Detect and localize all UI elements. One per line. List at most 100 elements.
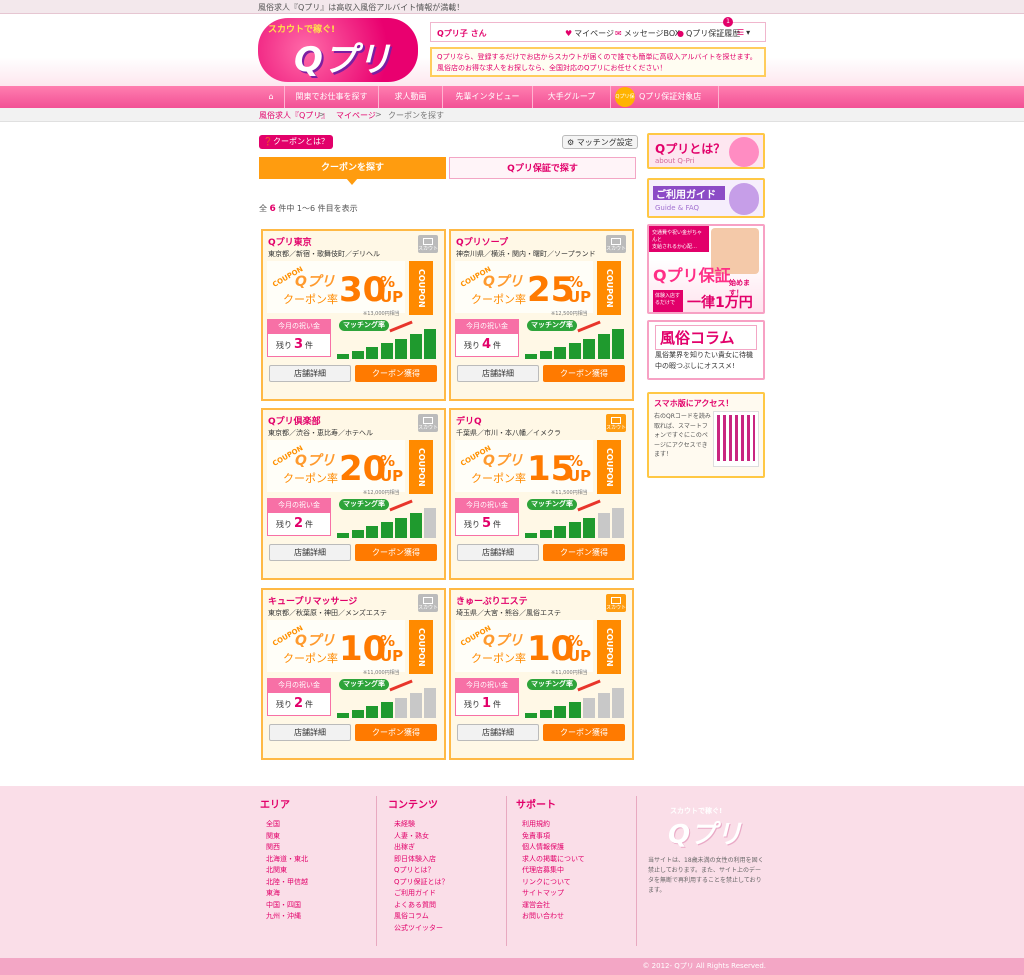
breadcrumb-current: クーポンを探す [388, 111, 444, 120]
list-menu-button[interactable]: ☰ ▾ [737, 28, 750, 37]
footer-link[interactable]: 代理店募集中 [522, 865, 585, 877]
nav-home[interactable]: ⌂ [258, 86, 284, 108]
footer-link[interactable]: Qプリ保証とは？ [394, 877, 449, 889]
nav-item-video[interactable]: 求人動画 [378, 86, 442, 108]
footer-link[interactable]: よくある質問 [394, 900, 449, 912]
shop-name[interactable]: Qプリソープ [456, 235, 508, 248]
scout-mail-icon[interactable]: スカウト [606, 594, 626, 612]
coupon-note: ※13,000円相当 [363, 311, 400, 317]
matching-bar [568, 522, 581, 538]
matching-bar [568, 343, 581, 359]
shop-area: 神奈川県／横浜・関内・曙町／ソープランド [456, 250, 596, 258]
logo-text: Qプリ [294, 40, 391, 80]
shop-details-button[interactable]: 店舗詳細 [269, 544, 351, 561]
messagebox-link[interactable]: ✉ メッセージBOX [615, 28, 680, 39]
footer-link[interactable]: 関西 [266, 842, 308, 854]
mypage-label: マイページ [574, 29, 615, 38]
messagebox-label: メッセージBOX [623, 29, 681, 38]
guarantee-history-label: Qプリ保証履歴 [685, 29, 741, 38]
matching-settings-label: マッチング設定 [576, 138, 633, 147]
matching-bars [337, 327, 440, 359]
get-coupon-button[interactable]: クーポン獲得 [355, 544, 437, 561]
footer-link[interactable]: 北関東 [266, 865, 308, 877]
shop-details-button[interactable]: 店舗詳細 [457, 365, 539, 382]
coupon-rate-unit: % UP [380, 273, 404, 306]
footer-link[interactable]: 北海道・東北 [266, 854, 308, 866]
footer-link[interactable]: リンクについて [522, 877, 585, 889]
footer-link[interactable]: 東海 [266, 888, 308, 900]
footer-link[interactable]: 公式ツイッター [394, 923, 449, 935]
list-icon: ☰ [737, 28, 745, 37]
column-title: 風俗コラム [655, 325, 757, 350]
footer-link[interactable]: 求人の掲載について [522, 854, 585, 866]
shop-name[interactable]: きゅーぷりエステ [456, 594, 528, 607]
sidebar-column-banner[interactable]: 風俗コラム 風俗業界を知りたい貴女に待機中の暇つぶしにオススメ! [647, 320, 765, 380]
shop-area: 東京都／渋谷・恵比寿／ホテヘル [268, 429, 373, 437]
nav-item-interview[interactable]: 先輩インタビュー [442, 86, 532, 108]
footer-link[interactable]: 未経験 [394, 819, 449, 831]
matching-bar [380, 702, 393, 718]
coupon-strip: COUPON [409, 440, 433, 494]
tab-search-coupon[interactable]: クーポンを探す [259, 157, 446, 179]
footer-link[interactable]: 九州・沖縄 [266, 911, 308, 923]
breadcrumb-sep: > [318, 110, 325, 119]
footer-link[interactable]: 全国 [266, 819, 308, 831]
tab-search-guarantee[interactable]: Qプリ保証で探す [449, 157, 636, 179]
matching-bar [525, 354, 537, 359]
footer-link[interactable]: 人妻・熟女 [394, 831, 449, 843]
qr-code-icon[interactable] [713, 411, 759, 467]
get-coupon-button[interactable]: クーポン獲得 [543, 724, 625, 741]
footer-link[interactable]: 風俗コラム [394, 911, 449, 923]
guarantee-line1: 交通費や祝い金がちゃんと [652, 230, 703, 243]
celebration-label: 今月の祝い金 [267, 498, 331, 512]
footer-link[interactable]: 北陸・甲信越 [266, 877, 308, 889]
shop-details-button[interactable]: 店舗詳細 [457, 724, 539, 741]
guarantee-sub: 体験入店するだけで [653, 290, 683, 312]
scout-mail-icon[interactable]: スカウト [606, 414, 626, 432]
get-coupon-button[interactable]: クーポン獲得 [355, 724, 437, 741]
footer-link[interactable]: 利用規約 [522, 819, 585, 831]
user-name[interactable]: Qプリ子 さん [437, 28, 487, 39]
matching-bar [337, 533, 349, 538]
footer-link[interactable]: 運営会社 [522, 900, 585, 912]
footer-link[interactable]: サイトマップ [522, 888, 585, 900]
shop-name[interactable]: デリQ [456, 414, 482, 427]
sidebar-guide-banner[interactable]: ご利用ガイド Guide & FAQ [647, 178, 765, 218]
shop-details-button[interactable]: 店舗詳細 [269, 724, 351, 741]
get-coupon-button[interactable]: クーポン獲得 [543, 365, 625, 382]
mypage-link[interactable]: ♥ マイページ [565, 28, 614, 39]
footer-link[interactable]: お問い合わせ [522, 911, 585, 923]
matching-bar [597, 513, 610, 538]
scout-mail-icon[interactable]: スカウト [418, 414, 438, 432]
scout-mail-icon[interactable]: スカウト [606, 235, 626, 253]
sidebar-guarantee-banner[interactable]: 交通費や祝い金がちゃんと 支給されるか心配… Qプリ保証 始めます！ 体験入店する… [647, 224, 765, 314]
scout-mail-icon[interactable]: スカウト [418, 594, 438, 612]
scout-mail-icon[interactable]: スカウト [418, 235, 438, 253]
footer-link[interactable]: Qプリとは？ [394, 865, 449, 877]
shop-name[interactable]: Qプリ東京 [268, 235, 312, 248]
footer-link[interactable]: 免責事項 [522, 831, 585, 843]
matching-bar [612, 508, 624, 538]
nav-item-guarantee[interactable]: Qプリ保証対象店 Qプリ保証 [610, 86, 718, 120]
get-coupon-button[interactable]: クーポン獲得 [355, 365, 437, 382]
shop-name[interactable]: キュープリマッサージ [268, 594, 357, 607]
footer-link[interactable]: ご利用ガイド [394, 888, 449, 900]
breadcrumb-mypage[interactable]: マイページ [336, 110, 376, 121]
shop-details-button[interactable]: 店舗詳細 [457, 544, 539, 561]
matching-settings-button[interactable]: ⚙ マッチング設定 [562, 135, 638, 149]
sidebar-about-banner[interactable]: Qプリとは？ about Q-Pri [647, 133, 765, 169]
coupon-help-button[interactable]: ❓クーポンとは？ [259, 135, 333, 149]
nav-item-kanto[interactable]: 関東でお仕事を探す [284, 86, 378, 108]
shop-name[interactable]: Qプリ倶楽部 [268, 414, 321, 427]
footer-link[interactable]: 出稼ぎ [394, 842, 449, 854]
footer-link[interactable]: 個人情報保護 [522, 842, 585, 854]
footer-link[interactable]: 中国・四国 [266, 900, 308, 912]
guarantee-history-link[interactable]: ● Qプリ保証履歴 [677, 28, 740, 39]
site-logo[interactable]: スカウトで稼ぐ! Qプリ [258, 18, 418, 82]
get-coupon-button[interactable]: クーポン獲得 [543, 544, 625, 561]
nav-item-groups[interactable]: 大手グループ [532, 86, 610, 108]
shop-details-button[interactable]: 店舗詳細 [269, 365, 351, 382]
footer-link[interactable]: 即日体験入店 [394, 854, 449, 866]
main-nav: ⌂ 関東でお仕事を探す 求人動画 先輩インタビュー 大手グループ Qプリ保証対象… [0, 86, 1024, 120]
footer-link[interactable]: 関東 [266, 831, 308, 843]
